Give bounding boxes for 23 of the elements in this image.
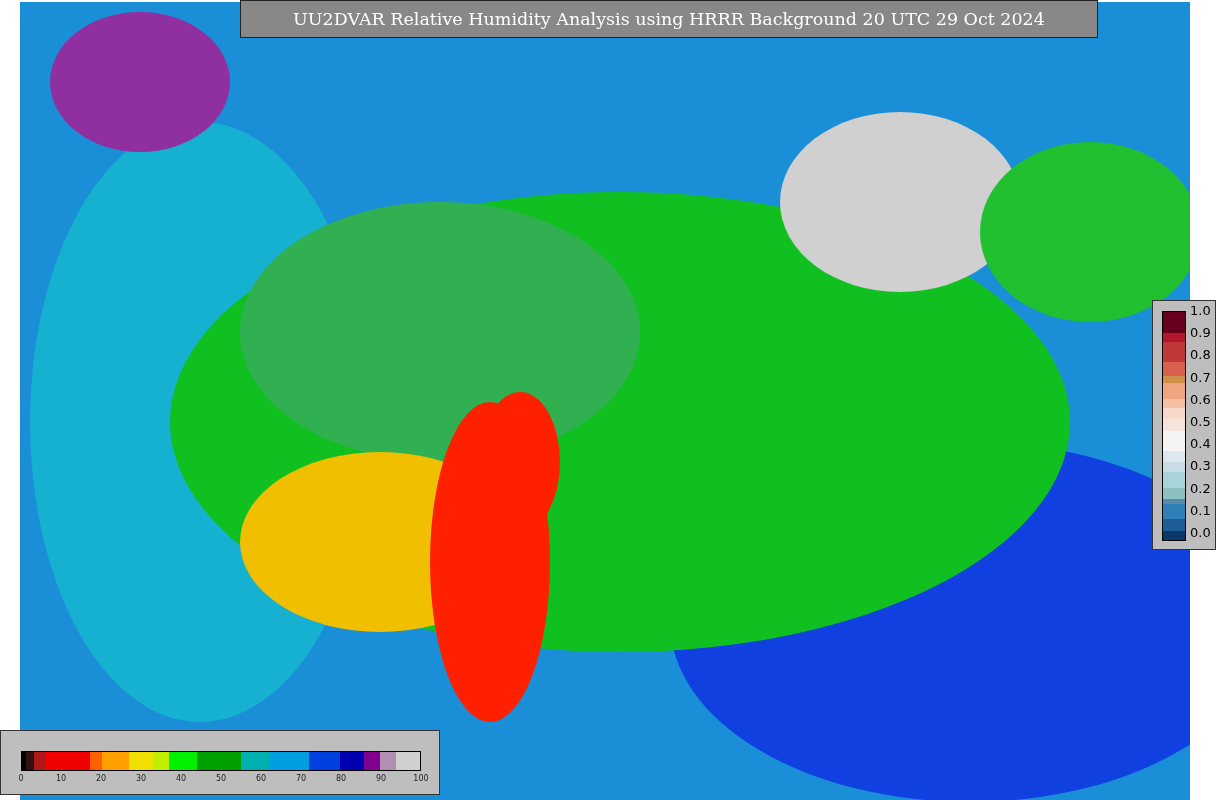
tick-label: 1.0 <box>1190 302 1211 320</box>
tick-label: 0.8 <box>1190 346 1211 365</box>
tick-label: 80 <box>335 773 347 785</box>
tick-label: 30 <box>135 773 147 785</box>
tick-label: 0.7 <box>1190 368 1211 387</box>
tick-label: 10 <box>55 773 67 785</box>
tick-label: 0.5 <box>1190 412 1211 431</box>
tick-label: 100 <box>413 773 429 785</box>
tick-label: 40 <box>175 773 187 785</box>
tick-label: 0.9 <box>1190 324 1211 343</box>
tick-label: 0.3 <box>1190 457 1211 476</box>
tick-label: 0.4 <box>1190 435 1211 454</box>
tick-label: 20 <box>95 773 107 785</box>
tick-label: 70 <box>295 773 307 785</box>
tick-label: 0.1 <box>1190 501 1211 520</box>
tick-label: 0.2 <box>1190 479 1211 498</box>
tick-label: 50 <box>215 773 227 785</box>
tick-label: 90 <box>375 773 387 785</box>
tick-label: 0.0 <box>1190 523 1211 542</box>
tick-label: 0.6 <box>1190 390 1211 409</box>
map-title: UU2DVAR Relative Humidity Analysis using HRRR Background 20 UTC 29 Oct 2024 <box>240 0 1098 38</box>
tick-label: 0 <box>18 773 24 785</box>
tick-label: 60 <box>255 773 267 785</box>
